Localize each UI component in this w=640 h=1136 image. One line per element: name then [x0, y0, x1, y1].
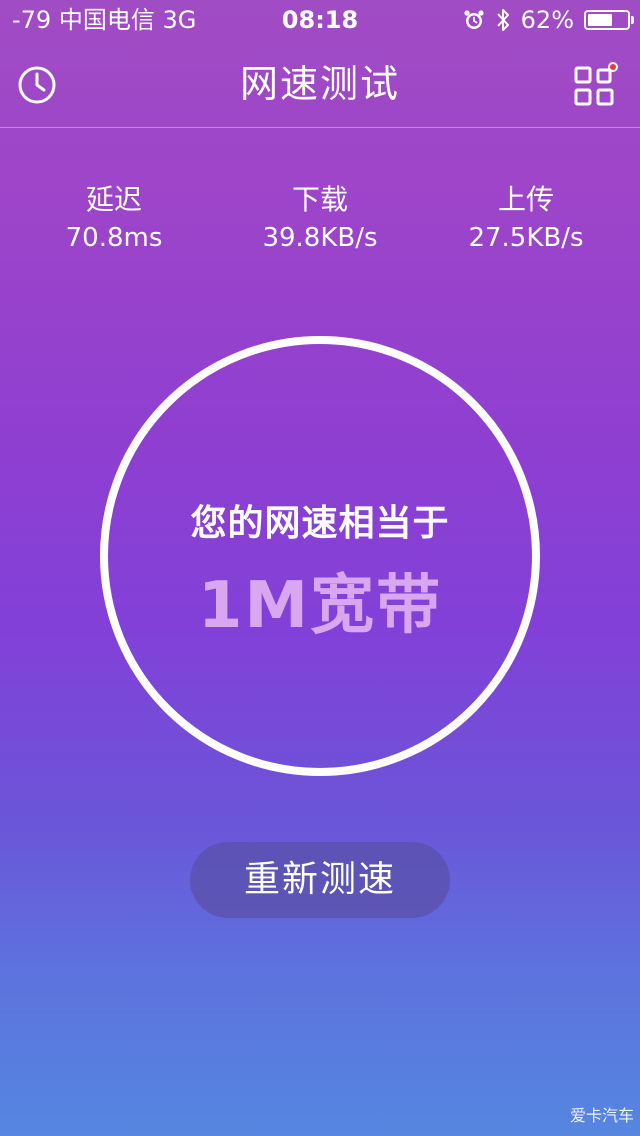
page-title: 网速测试 — [239, 62, 400, 106]
latency-label: 延迟 — [85, 183, 142, 216]
battery-fill — [588, 14, 612, 26]
bandwidth-equivalent: 1M宽带 — [197, 569, 443, 643]
retest-button[interactable]: 重新测速 — [190, 842, 450, 918]
download-stat: 下载 39.8KB/s — [220, 180, 420, 256]
speed-stats: 延迟 70.8ms 下载 39.8KB/s 上传 27.5KB/s — [0, 180, 640, 260]
notification-dot — [608, 62, 618, 72]
alarm-icon — [463, 9, 485, 31]
watermark: 爱卡汽车 — [569, 1106, 634, 1125]
download-label: 下载 — [291, 183, 348, 216]
upload-value: 27.5KB/s — [468, 223, 584, 253]
status-right-group: 62% — [463, 0, 634, 40]
download-value: 39.8KB/s — [262, 223, 378, 253]
nav-bar: 网速测试 — [0, 40, 640, 128]
latency-value: 70.8ms — [65, 223, 163, 253]
upload-stat: 上传 27.5KB/s — [426, 180, 626, 256]
latency-stat: 延迟 70.8ms — [14, 180, 214, 256]
battery-percent: 62% — [520, 6, 574, 34]
battery-icon — [584, 10, 634, 30]
upload-label: 上传 — [497, 183, 554, 216]
bluetooth-icon — [495, 7, 511, 33]
speed-result-circle: 您的网速相当于 1M宽带 — [100, 336, 540, 776]
apps-menu-button[interactable] — [574, 62, 618, 106]
grid-apps-icon — [574, 66, 614, 106]
result-caption: 您的网速相当于 — [190, 503, 450, 544]
status-bar: -79 中国电信 3G 08:18 62% — [0, 0, 640, 40]
